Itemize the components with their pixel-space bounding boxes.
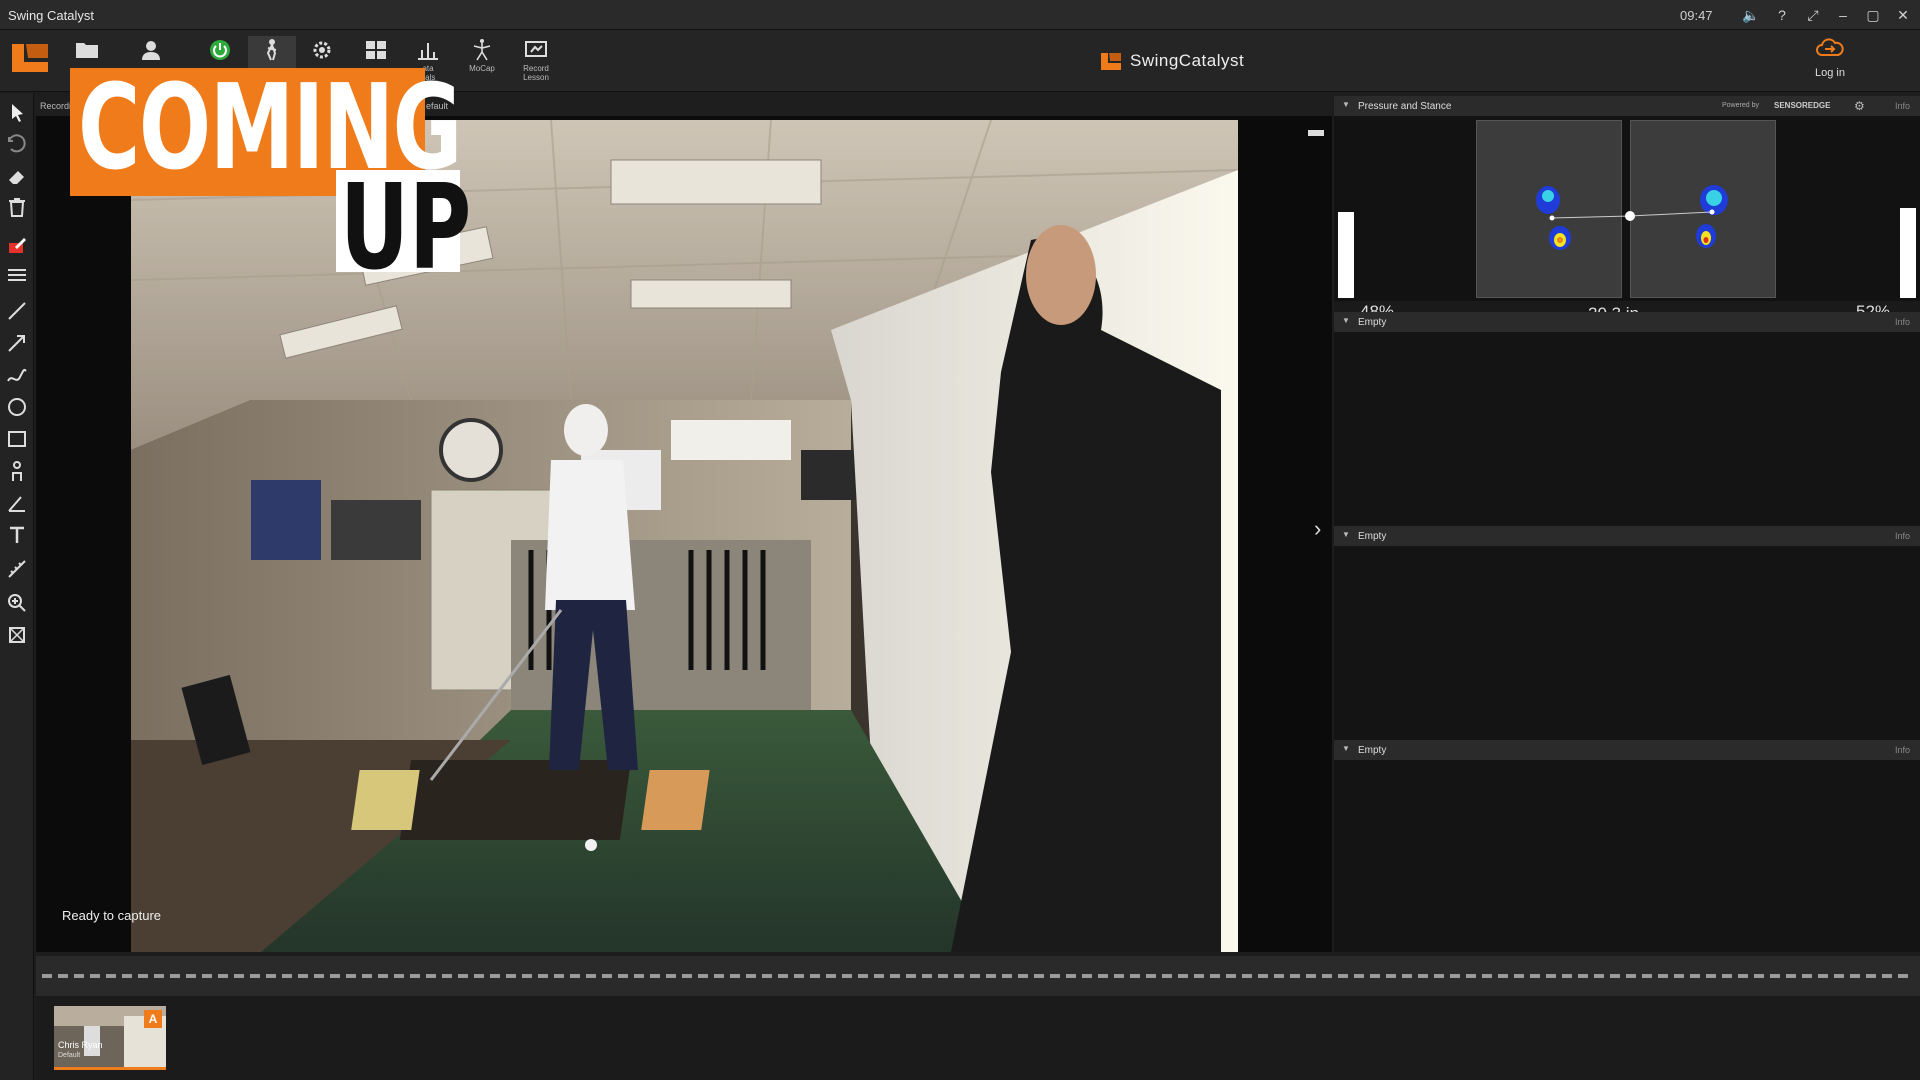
empty-panel-header-3[interactable]: ▼ Empty Info (1334, 740, 1920, 760)
empty-panel-1 (1334, 332, 1920, 526)
window-title: Swing Catalyst (8, 8, 94, 23)
trash-icon[interactable] (5, 195, 29, 219)
info-button[interactable]: Info (1895, 531, 1910, 541)
collapse-icon[interactable]: ▼ (1342, 530, 1350, 539)
title-bar: Swing Catalyst 09:47 🔈 ? ⤢ – ▢ ✕ (0, 0, 1920, 30)
undo-icon[interactable] (5, 133, 29, 157)
golf-studio-image (131, 120, 1238, 952)
clock: 09:47 (1680, 8, 1713, 23)
timeline[interactable] (36, 956, 1920, 996)
sensoredge-logo: SENSOREDGE (1774, 101, 1831, 110)
timeline-track[interactable] (42, 974, 1914, 978)
recording-thumbnail[interactable]: A Chris Ryan Default (54, 1006, 166, 1070)
info-button[interactable]: Info (1895, 101, 1910, 111)
recording-tab-label[interactable]: Recordi (40, 101, 71, 111)
crop-tool-icon[interactable] (5, 623, 29, 647)
coming-up-line2: UP (340, 158, 472, 296)
record-lesson-button[interactable]: Record Lesson (512, 36, 560, 90)
recordings-strip: A Chris Ryan Default (36, 996, 1920, 1080)
cloud-login-icon (1816, 38, 1844, 56)
panel-title: Empty (1358, 531, 1387, 542)
live-camera-view[interactable] (131, 120, 1238, 952)
angle-badge: A (144, 1010, 162, 1028)
mocap-button[interactable]: MoCap (458, 36, 506, 90)
toolbar-label: MoCap (469, 64, 495, 73)
app-logo[interactable] (10, 38, 50, 78)
info-button[interactable]: Info (1895, 317, 1910, 327)
app-window: Swing Catalyst 09:47 🔈 ? ⤢ – ▢ ✕ ata ual… (0, 0, 1920, 1080)
empty-panel-header-2[interactable]: ▼ Empty Info (1334, 526, 1920, 546)
collapse-icon[interactable]: ▼ (1342, 100, 1350, 109)
mocap-icon (473, 39, 491, 61)
gear-icon[interactable]: ⚙ (1854, 99, 1865, 113)
analysis-panels: ▼ Pressure and Stance Powered by SENSORE… (1334, 96, 1920, 952)
empty-panel-2 (1334, 546, 1920, 740)
help-icon[interactable]: ? (1771, 5, 1793, 25)
line-tool-icon[interactable] (5, 299, 29, 323)
collapse-icon[interactable]: ▼ (1342, 744, 1350, 753)
minimize-icon[interactable]: – (1832, 5, 1854, 25)
swingcatalyst-logo-icon (1101, 53, 1121, 70)
video-panel: Recordi efault Ready to capture › (36, 96, 1332, 952)
fullscreen-icon[interactable]: ⤢ (1802, 5, 1824, 25)
login-button[interactable]: Log in (1800, 36, 1860, 90)
drawing-toolbar (0, 93, 34, 1080)
zoom-icon[interactable] (5, 591, 29, 615)
record-lesson-icon (525, 41, 547, 57)
panel-title: Empty (1358, 745, 1387, 756)
text-tool-icon[interactable] (5, 523, 29, 547)
info-button[interactable]: Info (1895, 745, 1910, 755)
player-name: Chris Ryan (58, 1040, 103, 1050)
empty-panel-3 (1334, 760, 1920, 952)
pressure-stance-view: 48% 20.3 in 52% (1334, 116, 1920, 323)
body-tool-icon[interactable] (5, 459, 29, 483)
login-label: Log in (1815, 67, 1845, 79)
volume-icon[interactable]: 🔈 (1740, 5, 1762, 25)
powered-by-label: Powered by (1722, 102, 1759, 109)
eraser-icon[interactable] (5, 165, 29, 189)
freehand-tool-icon[interactable] (5, 363, 29, 387)
right-weight-bar (1900, 208, 1916, 298)
panel-title: Pressure and Stance (1358, 101, 1452, 112)
circle-tool-icon[interactable] (5, 395, 29, 419)
arrow-tool-icon[interactable] (5, 331, 29, 355)
maximize-icon[interactable]: ▢ (1862, 5, 1884, 25)
pointer-icon[interactable] (5, 101, 29, 125)
collapse-icon[interactable]: ▼ (1342, 316, 1350, 325)
rectangle-tool-icon[interactable] (5, 427, 29, 451)
brand-name: SwingCatalyst (1130, 51, 1245, 70)
panel-title: Empty (1358, 317, 1387, 328)
line-width-icon[interactable] (5, 263, 29, 287)
toolbar-label: Record Lesson (523, 64, 549, 82)
close-icon[interactable]: ✕ (1892, 5, 1914, 25)
pressure-panel-header[interactable]: ▼ Pressure and Stance Powered by SENSORE… (1334, 96, 1920, 116)
capture-status: Ready to capture (62, 908, 162, 923)
color-pen-icon[interactable] (5, 233, 29, 257)
chevron-right-icon[interactable]: › (1314, 516, 1321, 542)
measure-tool-icon[interactable] (5, 557, 29, 581)
player-layout: Default (58, 1052, 81, 1059)
left-weight-bar (1338, 212, 1354, 298)
angle-tool-icon[interactable] (5, 491, 29, 515)
empty-panel-header-1[interactable]: ▼ Empty Info (1334, 312, 1920, 332)
pressure-heatmap (1536, 185, 1728, 250)
minimize-video-icon[interactable] (1308, 130, 1324, 136)
